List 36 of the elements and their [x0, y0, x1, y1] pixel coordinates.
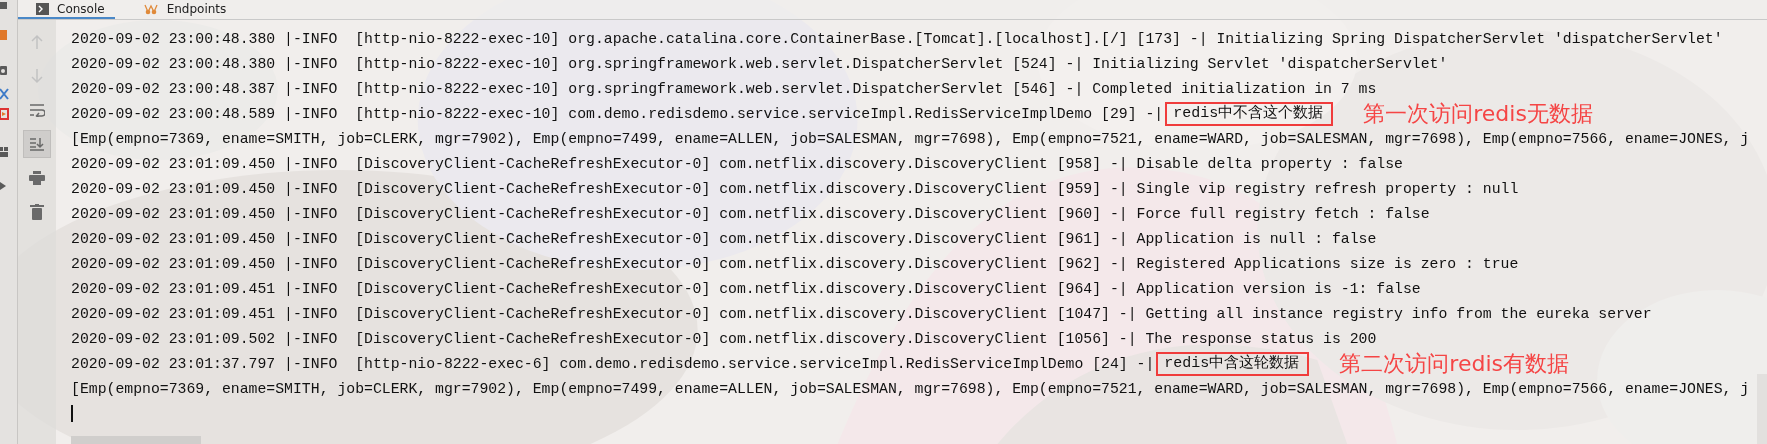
log-line: 2020-09-02 23:01:09.450 |-INFO [DiscoveryClient-CacheRefreshExecutor-0] com.netflix.discovery.DiscoveryClient [960] -| Force full registry fetch : false	[71, 205, 1430, 222]
log-line: 2020-09-02 23:00:48.380 |-INFO [http-nio-8222-exec-10] org.apache.catalina.core.ContainerBase.[Tomcat].[localhost].[/] [173] -| Initializing Spring DispatcherServlet 'dispatcherServlet'	[71, 30, 1723, 47]
log-line: 2020-09-02 23:01:09.450 |-INFO [DiscoveryClient-CacheRefreshExecutor-0] com.netflix.discovery.DiscoveryClient [959] -| Single vip registry refresh property : null	[71, 180, 1519, 197]
horizontal-scrollbar[interactable]	[71, 436, 201, 444]
log-line: 2020-09-02 23:01:09.450 |-INFO [DiscoveryClient-CacheRefreshExecutor-0] com.netflix.discovery.DiscoveryClient [961] -| Application is null : false	[71, 230, 1377, 247]
log-line: 2020-09-02 23:00:48.380 |-INFO [http-nio-8222-exec-10] org.springframework.web.servlet.DispatcherServlet [524] -| Initializing Servlet 'dispatcherServlet'	[71, 55, 1448, 72]
camera-icon[interactable]	[0, 64, 8, 76]
log-line: 2020-09-02 23:01:37.797 |-INFO [http-nio-8222-exec-6] com.demo.redisdemo.service.serviceImpl.RedisServiceImplDemo [24] -|	[71, 355, 1155, 372]
log-line: 2020-09-02 23:01:09.451 |-INFO [DiscoveryClient-CacheRefreshExecutor-0] com.netflix.discovery.DiscoveryClient [1047] -| Getting all instance registry info from the eureka server	[71, 305, 1652, 322]
printer-icon	[29, 171, 45, 185]
annotation-text: 第二次访问redis有数据	[1339, 351, 1569, 376]
down-arrow-icon	[30, 68, 44, 84]
log-line: 2020-09-02 23:01:09.451 |-INFO [DiscoveryClient-CacheRefreshExecutor-0] com.netflix.discovery.DiscoveryClient [964] -| Application version is -1: false	[71, 280, 1421, 297]
up-arrow-icon	[30, 34, 44, 50]
wrap-icon	[29, 103, 45, 117]
log-line: [Emp(empno=7369, ename=SMITH, job=CLERK, mgr=7902), Emp(empno=7499, ename=ALLEN, job=SALESMAN, mgr=7698), Emp(empno=7521, ename=WARD, job=SALESMAN, mgr=7698), Emp(empno=7566, ename=JONES, j	[71, 130, 1750, 147]
highlighted-message: redis中不含这个数据	[1165, 101, 1334, 126]
nodes-icon	[142, 2, 159, 15]
square-icon[interactable]	[0, 0, 8, 10]
tab[interactable]: Endpoints	[124, 0, 237, 19]
log-line: 2020-09-02 23:00:48.387 |-INFO [http-nio-8222-exec-10] org.springframework.web.servlet.DispatcherServlet [546] -| Completed initialization in 7 ms	[71, 80, 1377, 97]
annotation-text: 第一次访问redis无数据	[1363, 101, 1593, 126]
log-line: [Emp(empno=7369, ename=SMITH, job=CLERK, mgr=7902), Emp(empno=7499, ename=ALLEN, job=SALESMAN, mgr=7698), Emp(empno=7521, ename=WARD, job=SALESMAN, mgr=7698), Emp(empno=7566, ename=JONES, j	[71, 380, 1750, 397]
log-line: 2020-09-02 23:01:09.450 |-INFO [DiscoveryClient-CacheRefreshExecutor-0] com.netflix.discovery.DiscoveryClient [962] -| Registered Applications size is zero : true	[71, 255, 1519, 272]
square-icon[interactable]	[0, 30, 8, 40]
scroll-to-end-icon	[29, 137, 45, 151]
log-line: 2020-09-02 23:00:48.589 |-INFO [http-nio-8222-exec-10] com.demo.redisdemo.service.serviceImpl.RedisServiceImplDemo [29] -|	[71, 105, 1164, 122]
highlighted-message: redis中含这轮数据	[1156, 351, 1310, 376]
toggle-button[interactable]	[23, 130, 51, 158]
text-cursor	[71, 405, 73, 422]
grid-icon[interactable]	[0, 146, 9, 158]
terminal-icon	[36, 2, 49, 15]
log-line: 2020-09-02 23:01:09.450 |-INFO [DiscoveryClient-CacheRefreshExecutor-0] com.netflix.discovery.DiscoveryClient [958] -| Disable delta property : false	[71, 155, 1403, 172]
trash-icon	[30, 204, 44, 220]
log-line: 2020-09-02 23:01:09.502 |-INFO [DiscoveryClient-CacheRefreshExecutor-0] com.netflix.discovery.DiscoveryClient [1056] -| The response status is 200	[71, 330, 1377, 347]
tab[interactable]: Console	[18, 0, 115, 19]
